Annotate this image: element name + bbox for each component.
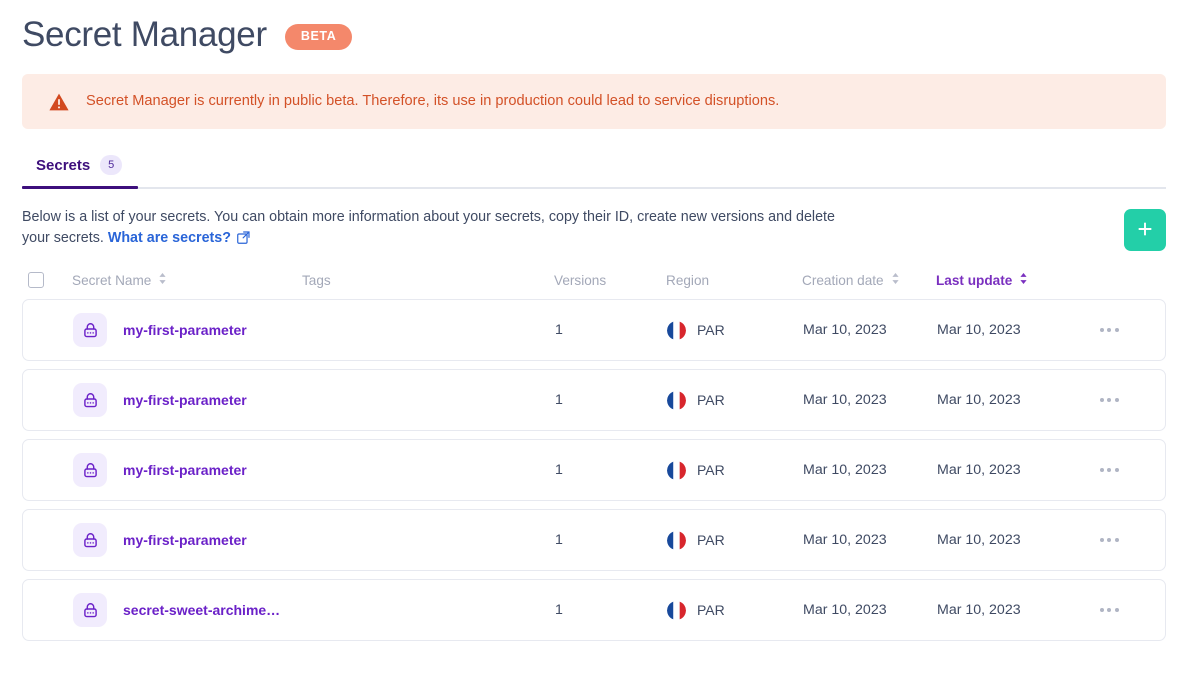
row-last-update-cell: Mar 10, 2023 <box>937 462 1021 478</box>
add-secret-button[interactable] <box>1124 209 1166 251</box>
padlock-icon <box>73 593 107 627</box>
secret-manager-page: Secret Manager BETA Secret Manager is cu… <box>0 0 1188 687</box>
table-row[interactable]: my-first-parameter 1 PAR Mar 10, 2023 Ma… <box>22 299 1166 361</box>
row-region-label: PAR <box>697 532 725 548</box>
table-body: my-first-parameter 1 PAR Mar 10, 2023 Ma… <box>22 299 1166 641</box>
what-are-secrets-link[interactable]: What are secrets? <box>108 230 231 246</box>
padlock-icon <box>73 313 107 347</box>
column-header-last-update-label: Last update <box>936 272 1013 288</box>
column-header-secret-name-label: Secret Name <box>72 272 152 288</box>
row-actions-cell <box>1073 392 1145 408</box>
row-actions-cell <box>1073 462 1145 478</box>
row-actions-cell <box>1073 322 1145 338</box>
table-row[interactable]: my-first-parameter 1 PAR Mar 10, 2023 Ma… <box>22 439 1166 501</box>
row-secret-name-cell: my-first-parameter <box>73 313 303 347</box>
select-all-checkbox[interactable] <box>28 272 44 288</box>
external-link-icon <box>237 230 250 251</box>
secret-name-link[interactable]: my-first-parameter <box>123 322 247 338</box>
row-last-update-cell: Mar 10, 2023 <box>937 532 1021 548</box>
row-actions-cell <box>1073 532 1145 548</box>
column-header-last-update[interactable]: Last update <box>936 272 1072 288</box>
tab-secrets-label: Secrets <box>36 156 91 174</box>
table-header-row: Secret Name Tags Versions Region Creatio… <box>22 265 1166 295</box>
row-region-label: PAR <box>697 602 725 618</box>
column-header-tags-label: Tags <box>302 272 331 288</box>
row-last-update-cell: Mar 10, 2023 <box>937 392 1021 408</box>
france-flag-icon <box>667 320 686 340</box>
secrets-table: Secret Name Tags Versions Region Creatio… <box>22 265 1166 641</box>
column-header-versions: Versions <box>554 273 666 288</box>
table-row[interactable]: my-first-parameter 1 PAR Mar 10, 2023 Ma… <box>22 369 1166 431</box>
column-header-creation-date[interactable]: Creation date <box>802 272 936 288</box>
row-region-label: PAR <box>697 392 725 408</box>
column-header-region: Region <box>666 273 802 288</box>
secret-name-link[interactable]: my-first-parameter <box>123 462 247 478</box>
tabs-divider <box>22 187 1166 189</box>
row-region-cell: PAR <box>667 600 803 620</box>
more-options-icon[interactable] <box>1094 602 1125 618</box>
row-creation-date-cell: Mar 10, 2023 <box>803 532 887 548</box>
row-versions-cell: 1 <box>555 462 563 478</box>
plus-icon <box>1135 219 1155 242</box>
tab-secrets[interactable]: Secrets 5 <box>22 155 138 181</box>
description-text-block: Below is a list of your secrets. You can… <box>22 207 852 250</box>
tab-active-underline <box>22 186 138 189</box>
warning-triangle-icon <box>48 91 70 113</box>
page-title: Secret Manager <box>22 14 267 54</box>
france-flag-icon <box>667 600 686 620</box>
more-options-icon[interactable] <box>1094 462 1125 478</box>
more-options-icon[interactable] <box>1094 322 1125 338</box>
column-header-region-label: Region <box>666 272 710 288</box>
more-options-icon[interactable] <box>1094 392 1125 408</box>
row-last-update-cell: Mar 10, 2023 <box>937 322 1021 338</box>
row-creation-date-cell: Mar 10, 2023 <box>803 602 887 618</box>
column-header-tags: Tags <box>302 273 554 288</box>
table-row[interactable]: secret-sweet-archime… 1 PAR Mar 10, 2023… <box>22 579 1166 641</box>
row-region-cell: PAR <box>667 320 803 340</box>
france-flag-icon <box>667 460 686 480</box>
tabs-bar: Secrets 5 <box>22 151 1166 189</box>
row-creation-date-cell: Mar 10, 2023 <box>803 462 887 478</box>
beta-warning-text: Secret Manager is currently in public be… <box>86 93 780 110</box>
row-region-cell: PAR <box>667 460 803 480</box>
page-header: Secret Manager BETA <box>22 0 1166 56</box>
beta-warning-banner: Secret Manager is currently in public be… <box>22 74 1166 129</box>
more-options-icon[interactable] <box>1094 532 1125 548</box>
row-versions-cell: 1 <box>555 532 563 548</box>
sort-toggle-icon[interactable] <box>891 272 900 288</box>
secret-name-link[interactable]: my-first-parameter <box>123 392 247 408</box>
row-actions-cell <box>1073 602 1145 618</box>
padlock-icon <box>73 383 107 417</box>
row-creation-date-cell: Mar 10, 2023 <box>803 322 887 338</box>
column-header-secret-name[interactable]: Secret Name <box>72 272 302 288</box>
row-secret-name-cell: my-first-parameter <box>73 523 303 557</box>
padlock-icon <box>73 453 107 487</box>
row-secret-name-cell: my-first-parameter <box>73 383 303 417</box>
france-flag-icon <box>667 530 686 550</box>
table-row[interactable]: my-first-parameter 1 PAR Mar 10, 2023 Ma… <box>22 509 1166 571</box>
secret-name-link[interactable]: secret-sweet-archime… <box>123 602 280 618</box>
column-header-versions-label: Versions <box>554 272 607 288</box>
row-versions-cell: 1 <box>555 602 563 618</box>
row-creation-date-cell: Mar 10, 2023 <box>803 392 887 408</box>
description-row: Below is a list of your secrets. You can… <box>22 207 1166 251</box>
select-all-cell <box>28 272 72 288</box>
row-region-label: PAR <box>697 322 725 338</box>
row-versions-cell: 1 <box>555 322 563 338</box>
row-region-cell: PAR <box>667 390 803 410</box>
beta-badge: BETA <box>284 24 353 50</box>
row-versions-cell: 1 <box>555 392 563 408</box>
row-secret-name-cell: secret-sweet-archime… <box>73 593 303 627</box>
france-flag-icon <box>667 390 686 410</box>
row-secret-name-cell: my-first-parameter <box>73 453 303 487</box>
secret-name-link[interactable]: my-first-parameter <box>123 532 247 548</box>
row-region-cell: PAR <box>667 530 803 550</box>
column-header-creation-date-label: Creation date <box>802 272 884 288</box>
row-last-update-cell: Mar 10, 2023 <box>937 602 1021 618</box>
sort-toggle-icon[interactable] <box>158 272 167 288</box>
sort-toggle-icon[interactable] <box>1019 272 1028 288</box>
tab-secrets-count: 5 <box>100 155 123 175</box>
row-region-label: PAR <box>697 462 725 478</box>
padlock-icon <box>73 523 107 557</box>
